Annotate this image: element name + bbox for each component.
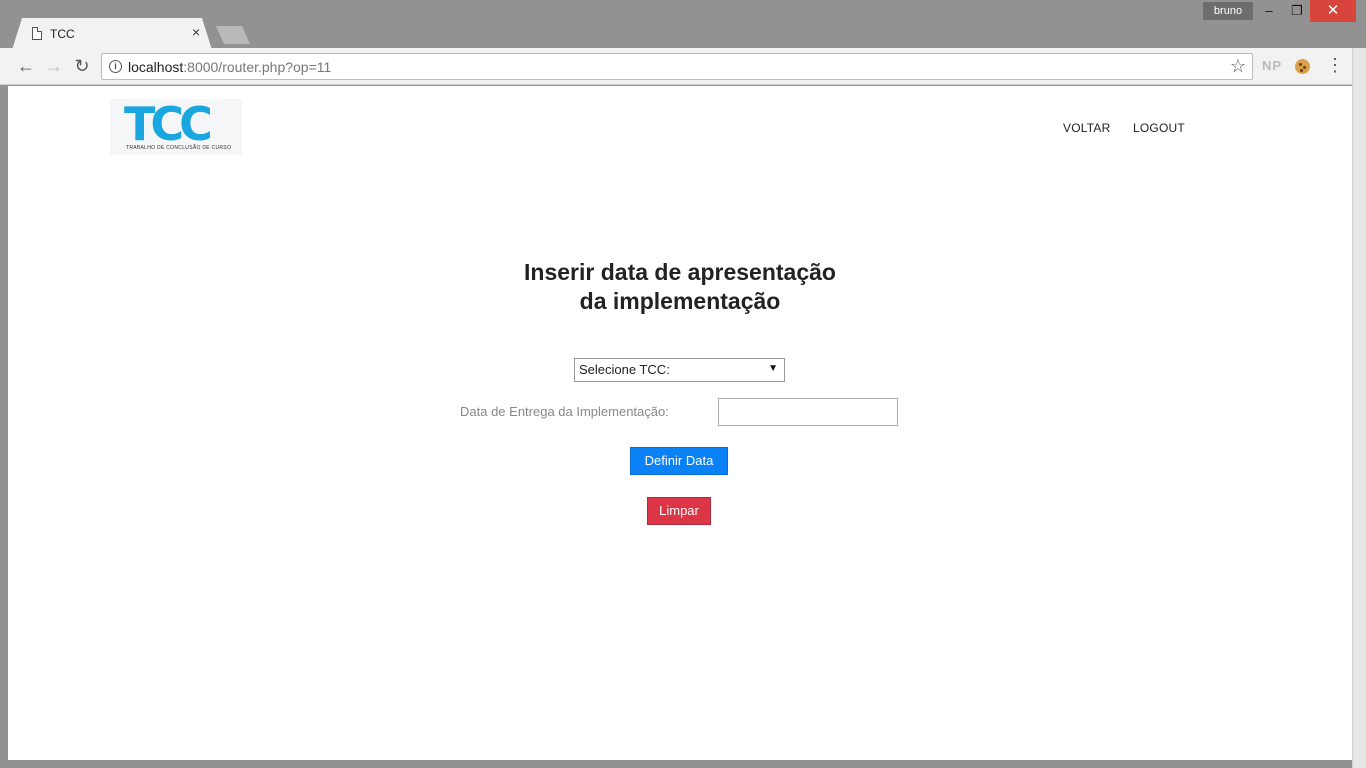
browser-menu-icon[interactable]: ⋮ (1326, 55, 1344, 75)
browser-titlebar: TCC × bruno – ❐ ✕ (0, 0, 1366, 50)
definir-data-button[interactable]: Definir Data (630, 447, 728, 475)
tcc-logo[interactable]: TCC TRABALHO DE CONCLUSÃO DE CURSO (110, 97, 242, 155)
back-arrow-icon[interactable]: ← (16, 56, 36, 76)
page-title: Inserir data de apresentação da implemen… (8, 258, 1352, 316)
url-path: :8000/router.php?op=11 (183, 59, 332, 75)
url-host: localhost (128, 59, 184, 75)
cookie-extension-icon[interactable] (1295, 59, 1310, 74)
reload-icon[interactable]: ↻ (72, 56, 92, 76)
bookmark-star-icon[interactable]: ☆ (1230, 56, 1246, 77)
browser-tab[interactable]: TCC × (12, 18, 212, 50)
delivery-date-label: Data de Entrega da Implementação: (460, 404, 669, 419)
page-title-line2: da implementação (579, 288, 781, 314)
maximize-icon[interactable]: ❐ (1282, 0, 1312, 22)
browser-toolbar: ← → ↻ i localhost:8000/router.php?op=11 … (0, 48, 1356, 85)
address-bar[interactable]: i localhost:8000/router.php?op=11 ☆ (101, 53, 1253, 80)
info-icon[interactable]: i (109, 60, 122, 73)
minimize-icon[interactable]: – (1254, 0, 1284, 22)
profile-button[interactable]: bruno (1203, 2, 1253, 20)
side-scroll-strip (1352, 48, 1366, 768)
logout-link[interactable]: LOGOUT (1133, 121, 1185, 135)
tcc-select[interactable]: Selecione TCC: ▼ (574, 358, 785, 382)
logo-subtitle: TRABALHO DE CONCLUSÃO DE CURSO (126, 145, 232, 151)
voltar-link[interactable]: VOLTAR (1063, 121, 1110, 135)
dropdown-arrow-icon: ▼ (768, 363, 778, 374)
forward-arrow-icon[interactable]: → (44, 56, 64, 76)
logo-text: TCC (124, 97, 213, 151)
np-extension-icon[interactable]: NP (1262, 58, 1282, 73)
tcc-select-value: Selecione TCC: (579, 362, 670, 377)
delivery-date-input[interactable] (718, 398, 898, 426)
page-icon (32, 27, 42, 40)
page-content: TCC TRABALHO DE CONCLUSÃO DE CURSO VOLTA… (8, 86, 1352, 760)
url-text: localhost:8000/router.php?op=11 (128, 59, 331, 75)
limpar-button[interactable]: Limpar (647, 497, 711, 525)
page-title-line1: Inserir data de apresentação (524, 259, 836, 285)
tab-close-icon[interactable]: × (192, 25, 200, 39)
new-tab-button[interactable] (216, 26, 250, 44)
tab-title: TCC (50, 27, 75, 41)
close-window-icon[interactable]: ✕ (1310, 0, 1356, 22)
